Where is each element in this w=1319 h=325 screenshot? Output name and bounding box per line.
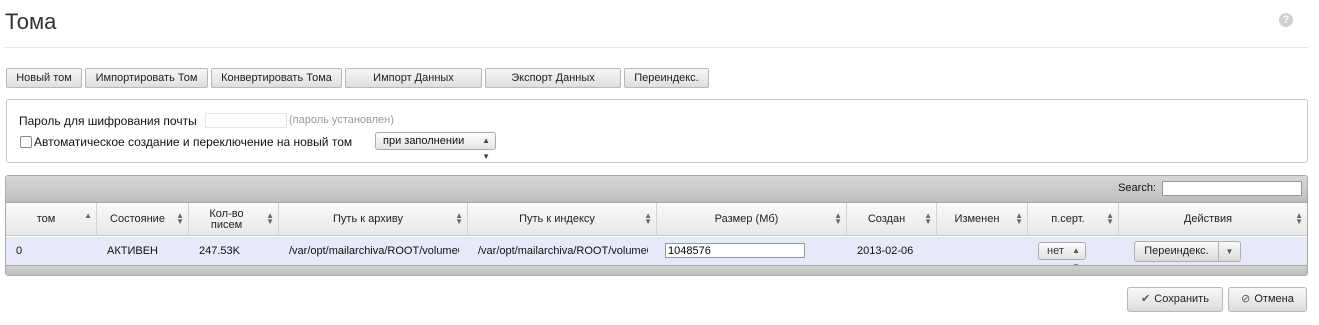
check-icon: ✔ (1141, 293, 1151, 305)
sort-icon: ▲ ▼ (644, 211, 652, 226)
sort-icon: ▲ ▼ (266, 211, 274, 226)
sort-icon: ▲ ▼ (924, 211, 932, 226)
password-hint: (пароль установлен) (289, 114, 394, 126)
column-header-actions[interactable]: Действия ▲ ▼ (1119, 203, 1307, 236)
import-data-button[interactable]: Импорт Данных (345, 68, 482, 88)
sort-icon: ▲ ▼ (1106, 211, 1114, 226)
new-volume-button[interactable]: Новый том (6, 68, 82, 88)
column-header-created[interactable]: Создан ▲ ▼ (847, 203, 937, 236)
column-header-label: Кол-во писем (209, 207, 244, 231)
column-header-modified[interactable]: Изменен ▲ ▼ (937, 203, 1028, 236)
size-input[interactable] (665, 243, 805, 258)
table-row[interactable]: 0 АКТИВЕН 247.53K /var/opt/mailarchiva/R… (6, 237, 1307, 271)
password-field[interactable] (205, 113, 287, 128)
cancel-button-label: Отмена (1254, 293, 1294, 305)
cell-status: АКТИВЕН (107, 245, 158, 257)
column-header-label: Путь к индексу (519, 213, 595, 225)
title-divider (5, 47, 1308, 48)
save-button-label: Сохранить (1154, 293, 1209, 305)
column-header-messages[interactable]: Кол-во писем ▲ ▼ (189, 203, 279, 236)
sort-icon: ▲ ▼ (455, 211, 463, 226)
column-header-archive-path[interactable]: Путь к архиву ▲ ▼ (279, 203, 468, 236)
import-volume-button[interactable]: Импортировать Том (85, 68, 208, 88)
save-button[interactable]: ✔ Сохранить (1127, 287, 1223, 312)
column-header-label: Изменен (954, 213, 1000, 225)
sort-asc-icon: ▲ (84, 211, 92, 220)
table-header: том ▲ Состояние ▲ ▼ Кол-во писем ▲ ▼ Путь … (6, 203, 1307, 236)
auto-create-select[interactable]: при заполнении ▲ ▼ (375, 132, 496, 161)
column-header-label: том (36, 213, 56, 225)
column-header-index-path[interactable]: Путь к индексу ▲ ▼ (468, 203, 657, 236)
settings-panel: Пароль для шифрования почты (пароль уста… (6, 99, 1308, 163)
updown-arrows-icon: ▲▼ (482, 136, 490, 161)
column-header-cert[interactable]: п.серт. ▲ ▼ (1028, 203, 1119, 236)
column-header-label: Путь к архиву (333, 213, 403, 225)
column-header-label: Размер (Мб) (714, 213, 779, 225)
help-icon[interactable]: ? (1279, 13, 1293, 27)
cell-modified (937, 237, 1028, 265)
sort-icon: ▲ ▼ (176, 211, 184, 226)
auto-create-label: Автоматическое создание и переключение н… (34, 135, 353, 149)
auto-create-select-value: при заполнении (383, 135, 465, 147)
column-header-label: Действия (1183, 213, 1233, 225)
search-input[interactable] (1162, 181, 1302, 196)
table-top-bar: Search: (6, 176, 1307, 203)
convert-volumes-button[interactable]: Конвертировать Тома (211, 68, 342, 88)
sort-icon: ▲ ▼ (1295, 211, 1303, 226)
password-label: Пароль для шифрования почты (19, 114, 197, 128)
export-data-button[interactable]: Экспорт Данных (485, 68, 621, 88)
search-label: Search: (1118, 182, 1156, 194)
row-actions-dropdown[interactable]: ▼ (1218, 241, 1241, 262)
cancel-icon: ⊘ (1241, 293, 1251, 305)
cert-select-value: нет (1047, 245, 1064, 257)
caret-down-icon: ▼ (1225, 247, 1234, 256)
reindex-button[interactable]: Переиндекс. (624, 68, 709, 88)
sort-icon: ▲ ▼ (834, 211, 842, 226)
row-reindex-button[interactable]: Переиндекс. (1134, 241, 1219, 262)
sort-icon: ▲ ▼ (1015, 211, 1023, 226)
column-header-label: Создан (867, 213, 906, 225)
cell-archive-path: /var/opt/mailarchiva/ROOT/volume0/store (289, 245, 459, 257)
cell-created: 2013-02-06 (857, 245, 914, 257)
auto-create-checkbox[interactable] (20, 136, 32, 148)
column-header-status[interactable]: Состояние ▲ ▼ (97, 203, 189, 236)
cell-messages: 247.53K (199, 245, 240, 257)
column-header-label: п.серт. (1051, 213, 1085, 225)
cell-volume-id: 0 (16, 245, 23, 257)
cert-select[interactable]: нет ▲▼ (1038, 242, 1086, 271)
page-title: Тома (5, 9, 57, 34)
column-header-label: Состояние (110, 213, 165, 225)
column-header-size[interactable]: Размер (Мб) ▲ ▼ (657, 203, 847, 236)
volumes-table: Search: том ▲ Состояние ▲ ▼ Кол-во писем … (5, 175, 1308, 276)
cancel-button[interactable]: ⊘ Отмена (1228, 287, 1307, 312)
table-bottom-bar (6, 265, 1307, 275)
cell-index-path: /var/opt/mailarchiva/ROOT/volume0/index (478, 245, 648, 257)
column-header-volume[interactable]: том ▲ (6, 203, 97, 236)
